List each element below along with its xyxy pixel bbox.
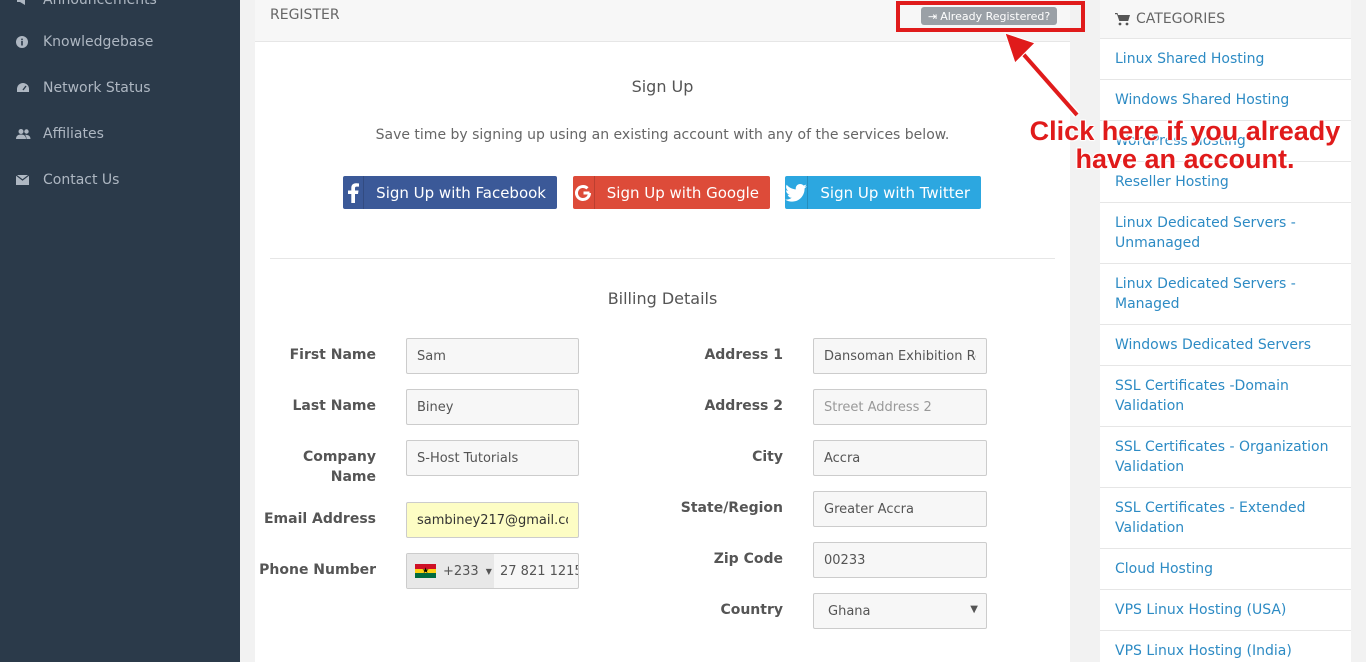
categories-header: CATEGORIES — [1100, 0, 1351, 39]
category-item[interactable]: Windows Dedicated Servers — [1100, 325, 1351, 366]
signup-title: Sign Up — [631, 77, 694, 96]
company-name-input[interactable] — [406, 440, 579, 476]
page-title: REGISTER — [270, 7, 340, 23]
category-item[interactable]: Linux Dedicated Servers - Unmanaged — [1100, 203, 1351, 264]
city-label: City — [752, 449, 783, 465]
twitter-icon — [785, 176, 809, 209]
sidebar-item-label: Network Status — [43, 80, 151, 96]
category-item[interactable]: Cloud Hosting — [1100, 549, 1351, 590]
category-item[interactable]: Linux Shared Hosting — [1100, 39, 1351, 80]
signup-subtitle: Save time by signing up using an existin… — [375, 127, 950, 143]
sidebar-item-network-status[interactable]: Network Status — [0, 68, 240, 108]
signup-twitter-button[interactable]: Sign Up with Twitter — [785, 176, 981, 209]
state-region-input[interactable] — [813, 491, 987, 527]
address2-label: Address 2 — [704, 398, 783, 414]
facebook-icon — [343, 176, 365, 209]
annotation-callout: Click here if you already have an accoun… — [1029, 116, 1341, 174]
categories-panel: CATEGORIES Linux Shared Hosting Windows … — [1100, 0, 1351, 662]
sidebar-item-affiliates[interactable]: Affiliates — [0, 114, 240, 154]
city-input[interactable] — [813, 440, 987, 476]
phone-number-label: Phone Number — [259, 562, 376, 578]
sidebar-item-label: Announcements — [43, 0, 157, 8]
address1-input[interactable] — [813, 338, 987, 374]
info-icon — [16, 36, 43, 48]
country-code-dropdown[interactable]: ★ +233 ▼ — [407, 554, 494, 588]
signup-google-button[interactable]: Sign Up with Google — [573, 176, 770, 209]
zip-code-label: Zip Code — [713, 551, 783, 567]
sidebar-item-knowledgebase[interactable]: Knowledgebase — [0, 22, 240, 62]
section-divider — [270, 258, 1055, 259]
email-input[interactable] — [406, 502, 579, 538]
state-region-label: State/Region — [680, 500, 783, 516]
ghana-flag-icon: ★ — [415, 564, 436, 579]
google-icon — [573, 176, 595, 209]
caret-down-icon: ▼ — [485, 566, 492, 576]
category-item[interactable]: SSL Certificates - Organization Validati… — [1100, 427, 1351, 488]
country-select[interactable]: Ghana ▼ — [813, 593, 987, 629]
annotation-arrow-icon — [1004, 32, 1080, 118]
select-arrow-icon: ▼ — [970, 604, 978, 615]
company-name-label: Company Name — [302, 449, 376, 485]
shopping-cart-icon — [1115, 12, 1130, 25]
phone-number-input[interactable] — [494, 563, 578, 579]
left-sidebar: Announcements Knowledgebase Network Stat… — [0, 0, 240, 662]
first-name-label: First Name — [289, 347, 376, 363]
phone-number-field: ★ +233 ▼ — [406, 553, 579, 589]
signup-facebook-button[interactable]: Sign Up with Facebook — [343, 176, 557, 209]
category-item[interactable]: VPS Linux Hosting (India) — [1100, 631, 1351, 662]
first-name-input[interactable] — [406, 338, 579, 374]
sidebar-item-label: Contact Us — [43, 172, 120, 188]
megaphone-icon — [16, 0, 43, 6]
category-item[interactable]: SSL Certificates -Domain Validation — [1100, 366, 1351, 427]
category-item[interactable]: VPS Linux Hosting (USA) — [1100, 590, 1351, 631]
register-panel: REGISTER ⇥ Already Registered? Sign Up S… — [255, 0, 1085, 662]
dashboard-icon — [16, 82, 43, 94]
sidebar-item-announcements[interactable]: Announcements — [0, 0, 240, 20]
sidebar-item-label: Affiliates — [43, 126, 104, 142]
last-name-input[interactable] — [406, 389, 579, 425]
envelope-icon — [16, 175, 43, 185]
users-icon — [16, 128, 43, 140]
email-address-label: Email Address — [263, 511, 376, 527]
zip-code-input[interactable] — [813, 542, 987, 578]
last-name-label: Last Name — [292, 398, 376, 414]
address2-input[interactable] — [813, 389, 987, 425]
address1-label: Address 1 — [704, 347, 783, 363]
category-item[interactable]: Windows Shared Hosting — [1100, 80, 1351, 121]
country-label: Country — [720, 602, 783, 618]
category-item[interactable]: SSL Certificates - Extended Validation — [1100, 488, 1351, 549]
billing-details-title: Billing Details — [607, 289, 718, 308]
sidebar-item-contact-us[interactable]: Contact Us — [0, 160, 240, 200]
sidebar-item-label: Knowledgebase — [43, 34, 154, 50]
category-item[interactable]: Linux Dedicated Servers - Managed — [1100, 264, 1351, 325]
